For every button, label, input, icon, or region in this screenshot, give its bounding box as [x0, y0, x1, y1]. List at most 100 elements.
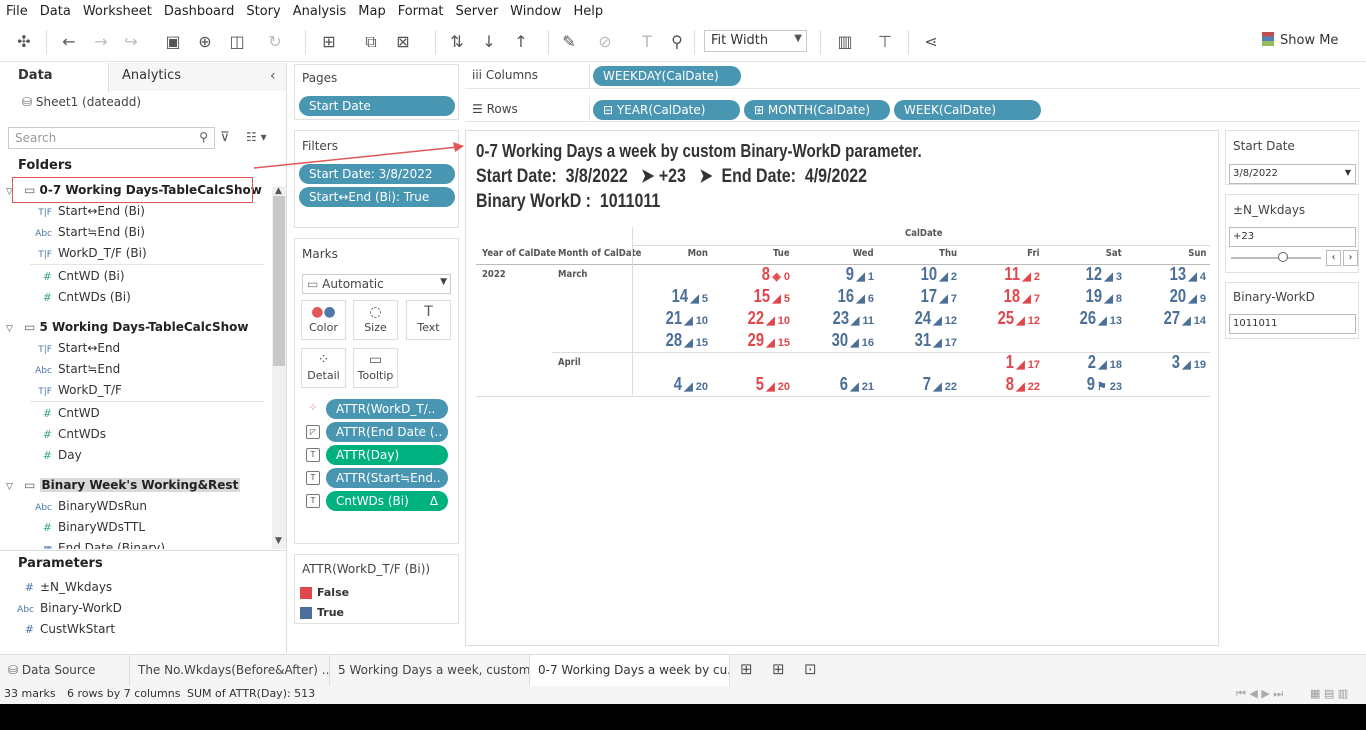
refresh-icon[interactable]: ↻	[264, 31, 286, 53]
calendar-cell[interactable]: 8 ◈ 0	[760, 264, 790, 286]
calendar-cell[interactable]: 4 ◢ 20	[672, 374, 708, 396]
param-binary-workd[interactable]: Abc Binary-WorkD	[12, 601, 122, 615]
calendar-cell[interactable]: 20 ◢ 9	[1166, 286, 1206, 308]
step-forward-icon[interactable]: ›	[1343, 250, 1358, 266]
scroll-down-icon[interactable]: ▼	[275, 536, 282, 546]
menu-help[interactable]: Help	[573, 4, 603, 19]
calendar-cell[interactable]: 2 ◢ 18	[1086, 352, 1122, 374]
mark-type-dropdown[interactable]: ▭ Automatic ▼	[302, 274, 451, 294]
size-button[interactable]: ◌ Size	[353, 300, 398, 340]
calendar-cell[interactable]: 12 ◢ 3	[1082, 264, 1122, 286]
new-dashboard-icon[interactable]: ⊞	[772, 660, 785, 678]
menu-worksheet[interactable]: Worksheet	[83, 4, 152, 19]
calendar-cell[interactable]: 17 ◢ 7	[917, 286, 957, 308]
menu-dashboard[interactable]: Dashboard	[164, 4, 235, 19]
row-pill-year[interactable]: ⊟ YEAR(CalDate)	[593, 100, 740, 120]
highlight-icon[interactable]: ✎	[558, 31, 580, 53]
calendar-cell[interactable]: 5 ◢ 20	[754, 374, 790, 396]
pause-updates-icon[interactable]: ◫	[226, 31, 248, 53]
sort-descending-icon[interactable]: ↑	[510, 31, 532, 53]
param-n-wkdays[interactable]: # ±N_Wkdays	[12, 580, 112, 594]
field-cntwd-bi[interactable]: # CntWD (Bi)	[30, 269, 125, 283]
marks-pill-day[interactable]: ATTR(Day)	[326, 445, 448, 465]
tab-analytics[interactable]: Analytics	[110, 63, 286, 91]
sheet-nav-icon[interactable]: ⏮ ◀ ▶ ⏭	[1236, 687, 1283, 701]
menu-file[interactable]: File	[6, 4, 28, 19]
marks-pill-workd[interactable]: ATTR(WorkD_T/..	[326, 399, 448, 419]
menu-story[interactable]: Story	[246, 4, 280, 19]
calendar-cell[interactable]: 6 ◢ 21	[838, 374, 874, 396]
new-datasource-icon[interactable]: ⊕	[194, 31, 216, 53]
scroll-up-icon[interactable]: ▲	[275, 186, 282, 196]
calendar-cell[interactable]: 30 ◢ 16	[828, 330, 874, 352]
menu-server[interactable]: Server	[456, 4, 499, 19]
calendar-cell[interactable]: 8 ◢ 22	[1004, 374, 1040, 396]
calendar-cell[interactable]: 7 ◢ 22	[921, 374, 957, 396]
tab-data[interactable]: Data	[0, 63, 109, 92]
calendar-cell[interactable]: 24 ◢ 12	[911, 308, 957, 330]
share-icon[interactable]: ⋖	[920, 31, 942, 53]
clear-sheet-icon[interactable]: ⊠	[392, 31, 414, 53]
menu-format[interactable]: Format	[398, 4, 444, 19]
field-cntwds-bi[interactable]: # CntWDs (Bi)	[30, 290, 131, 304]
show-cards-icon[interactable]: ▥	[834, 31, 856, 53]
column-pill-weekday[interactable]: WEEKDAY(CalDate)	[593, 66, 741, 86]
menu-analysis[interactable]: Analysis	[293, 4, 347, 19]
filter-pill-start-end[interactable]: Start↔End (Bi): True	[299, 187, 455, 207]
legend-swatch-false[interactable]	[300, 587, 312, 599]
menu-map[interactable]: Map	[358, 4, 385, 19]
marks-pill-start-end[interactable]: ATTR(Start≒End..	[326, 468, 448, 488]
calendar-cell[interactable]: 23 ◢ 11	[829, 308, 874, 330]
folder-5-working-days[interactable]: ▽ ▭ 5 Working Days-TableCalcShow	[0, 320, 249, 334]
menu-window[interactable]: Window	[510, 4, 561, 19]
param-custwkstart[interactable]: # CustWkStart	[12, 622, 115, 636]
field-cntwds[interactable]: # CntWDs	[30, 427, 106, 441]
field-start-end-approx[interactable]: Abc Start≒End	[30, 362, 120, 376]
calendar-cell[interactable]: 27 ◢ 14	[1160, 308, 1206, 330]
tab-0-7-working-days[interactable]: 0-7 Working Days a week by cu...	[530, 655, 730, 686]
text-button[interactable]: T Text	[406, 300, 451, 340]
sheet-sorter-icon[interactable]: ▦ ▤ ▥	[1310, 687, 1348, 700]
calendar-cell[interactable]: 9 ◢ 1	[844, 264, 874, 286]
calendar-cell[interactable]: 3 ◢ 19	[1170, 352, 1206, 374]
slider-handle[interactable]	[1278, 252, 1288, 262]
legend-swatch-true[interactable]	[300, 607, 312, 619]
marks-pill-end-date[interactable]: ATTR(End Date (..	[326, 422, 448, 442]
pin-icon[interactable]: ⚲	[666, 31, 688, 53]
field-workd-tf-bi[interactable]: T|F WorkD_T/F (Bi)	[30, 246, 146, 260]
presentation-icon[interactable]: ⊤	[874, 31, 896, 53]
tab-5-working-days[interactable]: 5 Working Days a week, custom ...	[330, 655, 530, 686]
field-binarywdsttl[interactable]: # BinaryWDsTTL	[30, 520, 145, 534]
tooltip-button[interactable]: ▭ Tooltip	[353, 348, 398, 388]
duplicate-icon[interactable]: ⧉	[360, 31, 382, 53]
swap-icon[interactable]: ⇅	[446, 31, 468, 53]
tab-data-source[interactable]: ⛁ Data Source	[0, 655, 130, 686]
marks-pill-cntwds[interactable]: CntWDs (Bi) Δ	[326, 491, 448, 511]
pages-pill[interactable]: Start Date	[299, 96, 455, 116]
row-pill-week[interactable]: WEEK(CalDate)	[894, 100, 1041, 120]
calendar-cell[interactable]: 26 ◢ 13	[1076, 308, 1122, 330]
field-end-date-binary[interactable]: ▦End Date (Binary)	[30, 541, 165, 549]
scrollbar-thumb[interactable]	[273, 196, 285, 366]
calendar-cell[interactable]: 9 ⚑ 23	[1085, 374, 1122, 396]
replay-icon[interactable]: ↪	[120, 31, 142, 53]
tab-no-wkdays[interactable]: The No.Wkdays(Before&After) ...	[130, 655, 330, 686]
labels-icon[interactable]: T	[636, 31, 658, 53]
calendar-cell[interactable]: 15 ◢ 5	[750, 286, 790, 308]
color-button[interactable]: ●● Color	[301, 300, 346, 340]
calendar-cell[interactable]: 1 ◢ 17	[1004, 352, 1040, 374]
group-icon[interactable]: ⊘	[594, 31, 616, 53]
calendar-cell[interactable]: 31 ◢ 17	[911, 330, 957, 352]
calendar-cell[interactable]: 19 ◢ 8	[1082, 286, 1122, 308]
calendar-cell[interactable]: 29 ◢ 15	[744, 330, 790, 352]
binary-workd-input[interactable]: 1011011	[1229, 314, 1356, 334]
field-start-end[interactable]: T|F Start↔End	[30, 341, 120, 355]
n-wkdays-slider[interactable]	[1231, 257, 1321, 259]
menu-data[interactable]: Data	[40, 4, 71, 19]
calendar-cell[interactable]: 28 ◢ 15	[662, 330, 708, 352]
calendar-cell[interactable]: 10 ◢ 2	[917, 264, 957, 286]
field-binarywdsrun[interactable]: Abc BinaryWDsRun	[30, 499, 147, 513]
row-pill-month[interactable]: ⊞ MONTH(CalDate)	[744, 100, 890, 120]
filter-icon[interactable]: ⊽	[220, 130, 230, 145]
field-workd-tf[interactable]: T|F WorkD_T/F	[30, 383, 122, 397]
